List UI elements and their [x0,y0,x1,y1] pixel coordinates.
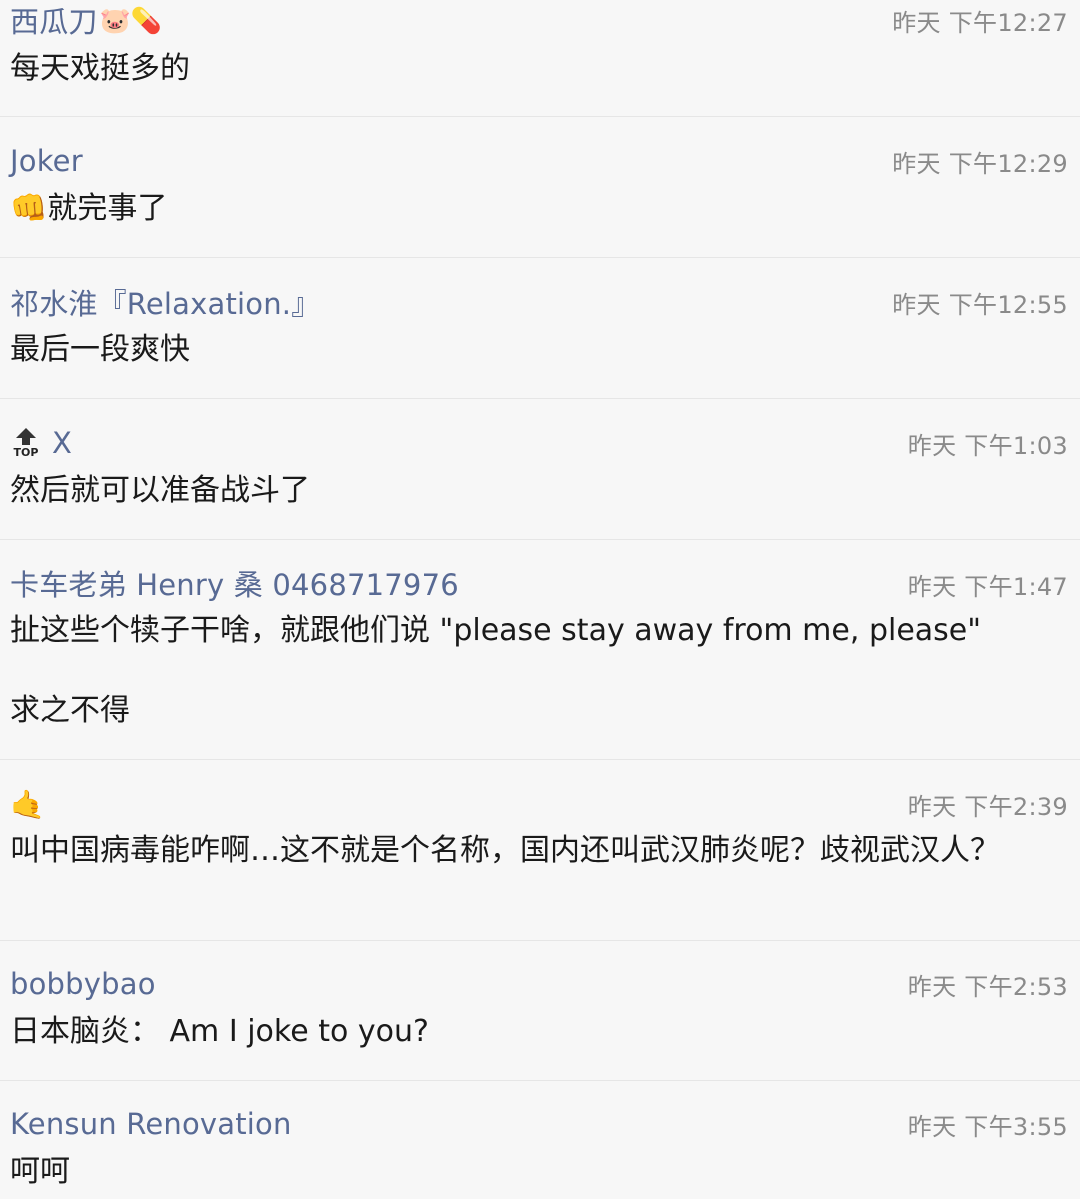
commenter-name[interactable]: Kensun Renovation [10,1107,292,1141]
comment-text: 👊就完事了 [10,189,1040,229]
comment-header: 祁水淮『Relaxation.』 [10,282,320,322]
comment-timestamp: 昨天 下午12:29 [892,150,1068,178]
comment-text: 扯这些个犊子干啥，就跟他们说 "please stay away from me… [10,613,982,728]
comment-text: 日本脑炎： Am I joke to you? [10,1014,429,1049]
comment-text: 然后就可以准备战斗了 [10,473,310,508]
comment-text: 每天戏挺多的 [10,51,190,86]
comment-text: 最后一段爽快 [10,332,190,367]
comment-item: 🤙 昨天 下午2:39 叫中国病毒能咋啊…这不就是个名称，国内还叫武汉肺炎呢？歧… [0,760,1080,941]
comment-timestamp: 昨天 下午2:39 [907,793,1068,821]
comment-timestamp: 昨天 下午2:53 [907,973,1068,1001]
comment-header: bobbybao [10,964,156,1004]
top-arrow-icon: TOP [10,428,42,458]
comment-item: Joker 昨天 下午12:29 👊就完事了 [0,117,1080,258]
commenter-name[interactable]: Joker [10,144,83,178]
comment-timestamp: 昨天 下午12:55 [892,291,1068,319]
comment-text: 叫中国病毒能咋啊…这不就是个名称，国内还叫武汉肺炎呢？歧视武汉人？ [10,833,1000,868]
comment-header: Kensun Renovation [10,1104,292,1144]
comment-header: 卡车老弟 Henry 桑 0468717976 [10,563,459,603]
comment-header: 西瓜刀 🐷💊 [10,0,162,40]
commenter-name[interactable]: bobbybao [10,967,156,1001]
comment-header: TOP X [10,423,72,463]
comment-timestamp: 昨天 下午1:47 [907,573,1068,601]
fist-emoji-icon: 👊 [10,191,48,226]
call-me-hand-emoji-icon[interactable]: 🤙 [10,791,45,819]
top-badge-label: TOP [13,446,39,459]
comment-item: Kensun Renovation 昨天 下午3:55 呵呵 [0,1081,1080,1199]
commenter-name[interactable]: X [52,426,72,460]
commenter-name[interactable]: 西瓜刀 [10,0,98,41]
commenter-emoji: 🐷💊 [99,5,162,35]
comment-text: 呵呵 [10,1154,70,1189]
comment-header: 🤙 [10,785,45,825]
comment-item: bobbybao 昨天 下午2:53 日本脑炎： Am I joke to yo… [0,941,1080,1081]
comment-timestamp: 昨天 下午1:03 [907,432,1068,460]
comment-timestamp: 昨天 下午12:27 [892,9,1068,37]
comment-item: 卡车老弟 Henry 桑 0468717976 昨天 下午1:47 扯这些个犊子… [0,540,1080,760]
comment-header: Joker [10,141,83,181]
commenter-name[interactable]: 卡车老弟 Henry 桑 0468717976 [10,562,459,604]
comment-item: 祁水淮『Relaxation.』 昨天 下午12:55 最后一段爽快 [0,258,1080,399]
commenter-name[interactable]: 祁水淮『Relaxation.』 [10,281,320,323]
comment-text-body: 就完事了 [47,191,168,226]
comment-item: 西瓜刀 🐷💊 昨天 下午12:27 每天戏挺多的 [0,0,1080,117]
comment-timestamp: 昨天 下午3:55 [907,1113,1068,1141]
comment-item: TOP X 昨天 下午1:03 然后就可以准备战斗了 [0,399,1080,540]
